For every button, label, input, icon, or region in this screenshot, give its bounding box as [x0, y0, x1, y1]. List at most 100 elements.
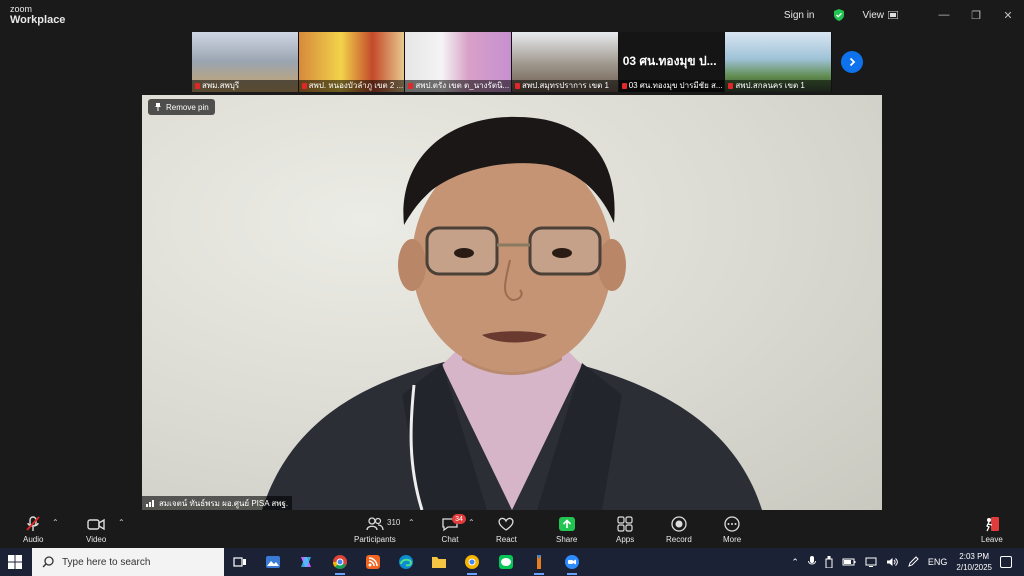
pen-icon[interactable] [907, 556, 919, 568]
leave-label: Leave [981, 535, 1003, 544]
more-button[interactable]: More [723, 516, 741, 544]
next-page-button[interactable] [841, 51, 863, 73]
share-label: Share [556, 535, 578, 544]
share-screen-icon [558, 517, 575, 531]
apps-label: Apps [616, 535, 635, 544]
participants-count: 310 [387, 518, 401, 527]
photos-app-icon[interactable] [263, 552, 283, 572]
participant-thumbnail[interactable]: สพป.สกลนคร เขต 1 [725, 32, 833, 92]
audio-label: Audio [23, 535, 44, 544]
taskbar-clock[interactable]: 2:03 PM 2/10/2025 [956, 551, 992, 573]
speaker-figure [262, 116, 762, 510]
sign-in-link[interactable]: Sign in [784, 10, 815, 21]
zoom-window: zoom Workplace Sign in View — ❐ ✕ สพม.สพ… [0, 0, 1024, 548]
tray-overflow-caret[interactable]: ⌃ [791, 557, 799, 568]
grid-view-icon [888, 11, 898, 19]
remove-pin-button[interactable]: Remove pin [148, 99, 215, 115]
clock-time: 2:03 PM [959, 552, 990, 561]
more-dots-icon [724, 516, 740, 532]
chrome-profile-icon[interactable] [462, 552, 482, 575]
edge-icon[interactable] [396, 552, 416, 572]
minimize-button[interactable]: — [928, 9, 960, 21]
network-icon[interactable] [865, 557, 877, 567]
view-button[interactable]: View [862, 9, 898, 21]
chat-unread-badge: 34 [452, 514, 466, 524]
logo-zoom: zoom [10, 4, 33, 14]
react-label: React [496, 535, 517, 544]
heart-icon [498, 517, 515, 531]
close-button[interactable]: ✕ [992, 9, 1024, 22]
participant-thumbnail[interactable]: สพป.ตรัง เขต ต_นางรัตนิ... [405, 32, 513, 92]
thumbnail-name: สพป.สมุทรปราการ เขต 1 [512, 80, 618, 92]
notification-center-icon[interactable] [1000, 556, 1012, 568]
clock-date: 2/10/2025 [956, 563, 992, 572]
participant-thumbnail[interactable]: สพป. หนองบัวลำภู เขต 2 ... [298, 32, 406, 92]
leave-button[interactable]: Leave [981, 516, 1003, 544]
participant-thumbnail[interactable]: สพป.สมุทรปราการ เขต 1 [512, 32, 619, 92]
participant-thumbnail-strip: สพม.สพบุรี สพป. หนองบัวลำภู เขต 2 ... สพ… [192, 32, 833, 92]
meeting-toolbar: Audio ⌃ Video ⌃ Participants 310 ⌃ Chat … [0, 510, 1024, 548]
audio-button[interactable]: Audio [23, 516, 43, 544]
signal-strength-icon [146, 500, 154, 507]
apps-icon [617, 516, 633, 532]
video-label: Video [86, 535, 107, 544]
rss-app-icon[interactable] [363, 552, 383, 572]
speaker-name-tag: สมเจตน์ ทันธ์พรม ผอ.ศูนย์ PISA สพฐ. [142, 496, 293, 510]
volume-icon[interactable] [886, 557, 898, 567]
audio-options-caret[interactable]: ⌃ [52, 518, 59, 527]
chat-options-caret[interactable]: ⌃ [468, 518, 475, 527]
thumbnail-name: สพป. หนองบัวลำภู เขต 2 ... [298, 80, 405, 92]
thumbnail-name: 03 ศน.ทองมุข ปารมีชัย ส... [618, 80, 725, 92]
task-view-icon[interactable] [230, 552, 250, 572]
video-button[interactable]: Video [86, 516, 106, 544]
system-tray: ⌃ ENG 2:03 PM 2/10/2025 [791, 548, 992, 576]
react-button[interactable]: React [496, 516, 517, 544]
more-label: More [723, 535, 742, 544]
apps-button[interactable]: Apps [616, 516, 634, 544]
battery-icon[interactable] [842, 557, 856, 567]
title-bar: zoom Workplace Sign in View — ❐ ✕ [0, 0, 1024, 30]
view-label: View [862, 9, 885, 21]
pinned-app-icon[interactable] [529, 552, 549, 575]
pinned-video[interactable]: Remove pin สมเจตน์ ทันธ์พรม ผอ.ศูนย์ PIS… [142, 95, 882, 510]
remove-pin-label: Remove pin [166, 102, 209, 112]
chrome-icon[interactable] [330, 552, 350, 575]
mic-muted-icon [26, 516, 40, 531]
zoom-logo: zoom Workplace [10, 4, 66, 26]
taskbar-search-box[interactable]: Type here to search [32, 548, 224, 576]
search-icon [42, 556, 54, 568]
pin-icon [155, 103, 161, 111]
leave-door-icon [986, 517, 999, 532]
thumbnail-name: สพป.ตรัง เขต ต_นางรัตนิ... [405, 80, 512, 92]
chevron-right-icon [849, 57, 856, 67]
zoom-app-icon[interactable] [562, 552, 582, 575]
participant-thumbnail[interactable]: 03 ศน.ทองมุข ป... 03 ศน.ทองมุข ปารมีชัย … [618, 32, 726, 92]
record-label: Record [666, 535, 692, 544]
thumbnail-video-off-name: 03 ศน.ทองมุข ป... [622, 54, 717, 68]
video-options-caret[interactable]: ⌃ [118, 518, 125, 527]
participant-thumbnail[interactable]: สพม.สพบุรี [192, 32, 299, 92]
thumbnail-name: สพป.สกลนคร เขต 1 [725, 80, 832, 92]
thumbnail-name: สพม.สพบุรี [192, 80, 298, 92]
record-icon [671, 516, 687, 532]
logo-workplace: Workplace [10, 14, 66, 26]
windows-taskbar: Type here to search ⌃ ENG 2:03 PM 2/10/2… [0, 548, 1024, 576]
security-shield-icon[interactable] [833, 9, 845, 21]
chat-label: Chat [441, 535, 459, 544]
search-placeholder: Type here to search [62, 556, 151, 568]
input-language[interactable]: ENG [928, 557, 948, 567]
windows-start-icon[interactable] [8, 555, 22, 569]
line-app-icon[interactable] [496, 552, 516, 572]
microphone-tray-icon[interactable] [807, 556, 816, 568]
copilot-icon[interactable] [296, 552, 316, 572]
restore-button[interactable]: ❐ [960, 9, 992, 22]
file-explorer-icon[interactable] [429, 552, 449, 572]
record-button[interactable]: Record [666, 516, 692, 544]
share-button[interactable]: Share [556, 516, 577, 544]
participants-options-caret[interactable]: ⌃ [408, 518, 415, 527]
usb-drive-icon[interactable] [825, 556, 833, 568]
speaker-name: สมเจตน์ ทันธ์พรม ผอ.ศูนย์ PISA สพฐ. [159, 498, 289, 508]
participants-label: Participants [354, 535, 396, 544]
video-camera-icon [87, 518, 105, 531]
participants-icon [366, 517, 384, 531]
